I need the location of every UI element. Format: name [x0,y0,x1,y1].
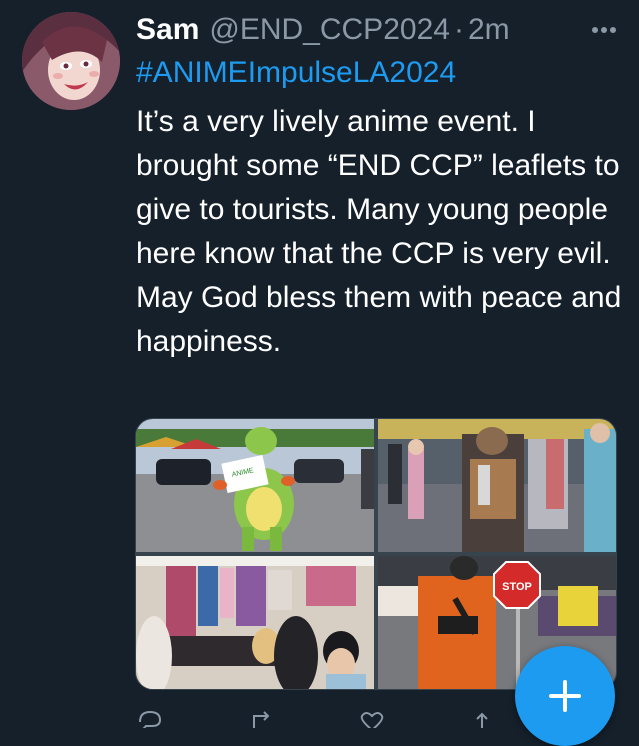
reply-icon [139,710,162,731]
retweet-button[interactable] [248,708,276,728]
author-name[interactable]: Sam [136,13,199,47]
separator-dot: · [453,13,464,46]
retweet-icon [253,711,270,728]
plus-icon [549,680,581,712]
tweet-text: It’s a very lively anime event. I brough… [136,105,622,358]
avatar-image [22,12,120,110]
hashtag-link[interactable]: #ANIMEImpulseLA2024 [136,56,456,90]
tweet-actions [136,708,516,732]
tweet-timestamp[interactable]: 2m [468,13,510,47]
share-icon [476,712,488,728]
like-button[interactable] [358,708,386,732]
tweet-header: Sam @END_CCP2024 · 2m [136,12,619,48]
share-button[interactable] [468,708,496,728]
like-icon [360,712,384,732]
compose-tweet-button[interactable] [515,646,615,746]
media-photo-2[interactable] [378,419,616,552]
more-options-button[interactable] [589,12,619,48]
media-photo-1[interactable]: ANIME [136,419,374,552]
photo-cosplayers [378,419,616,552]
photo-vendor-booth [136,556,374,689]
media-photo-3[interactable] [136,556,374,689]
avatar[interactable] [22,12,120,110]
photo-mascot: ANIME [136,419,374,552]
reply-button[interactable] [136,708,164,731]
author-handle[interactable]: @END_CCP2024 [209,13,450,47]
more-icon [592,27,616,33]
svg-text:STOP: STOP [502,581,532,593]
